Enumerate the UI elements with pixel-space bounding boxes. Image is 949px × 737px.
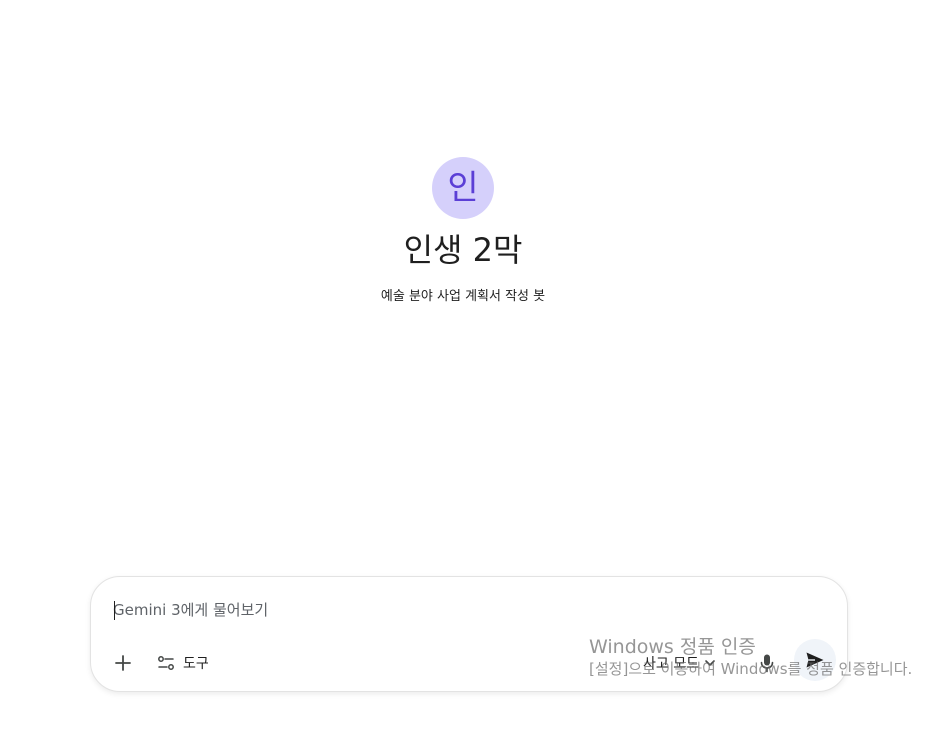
text-caret bbox=[114, 601, 115, 620]
tools-button[interactable]: 도구 bbox=[157, 649, 209, 677]
gem-chat-page: 인 인생 2막 예술 분야 사업 계획서 작성 봇 도구 사고 모드 bbox=[0, 0, 949, 737]
chevron-down-icon bbox=[705, 660, 715, 666]
gem-description: 예술 분야 사업 계획서 작성 봇 bbox=[380, 289, 546, 304]
prompt-composer: 도구 사고 모드 bbox=[90, 576, 848, 692]
tools-label: 도구 bbox=[183, 656, 209, 672]
mode-label: 사고 모드 bbox=[643, 656, 699, 672]
send-button[interactable] bbox=[794, 639, 836, 681]
plus-icon bbox=[115, 655, 131, 671]
microphone-icon bbox=[760, 654, 774, 673]
gem-avatar-letter: 인 bbox=[447, 168, 479, 208]
gem-avatar: 인 bbox=[432, 157, 494, 219]
microphone-button[interactable] bbox=[753, 647, 781, 679]
add-button[interactable] bbox=[107, 647, 139, 679]
send-icon bbox=[806, 652, 824, 668]
tools-icon bbox=[158, 656, 174, 670]
gem-title: 인생 2막 bbox=[403, 231, 523, 269]
mode-selector[interactable]: 사고 모드 bbox=[643, 649, 717, 677]
prompt-input[interactable] bbox=[113, 597, 813, 623]
